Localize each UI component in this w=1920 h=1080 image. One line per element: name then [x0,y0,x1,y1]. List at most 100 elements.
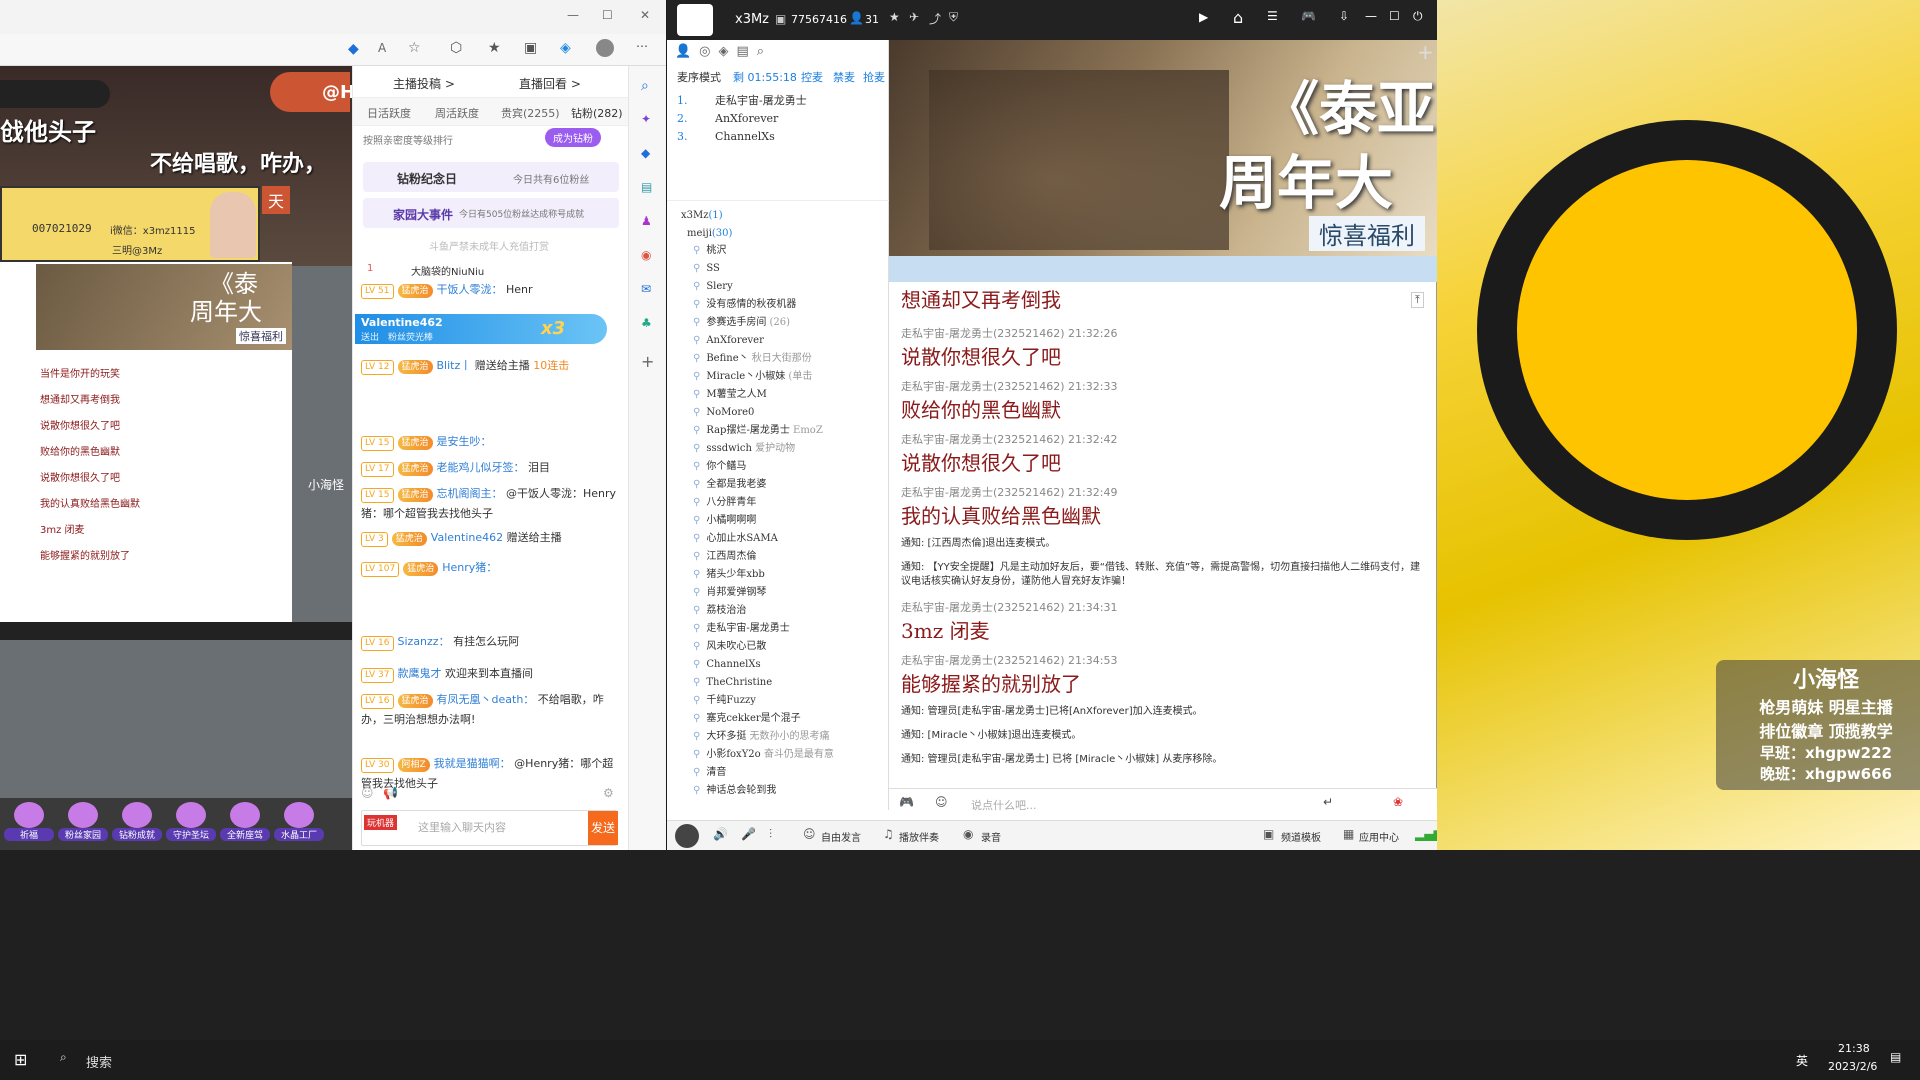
member-item[interactable]: ⚲ 风未吹心已散 [693,638,883,656]
send-icon[interactable]: ↵ [1323,795,1333,809]
favorite-add-icon[interactable]: ☆ [408,40,421,56]
app-center[interactable]: 应用中心 [1359,829,1399,844]
user-avatar[interactable] [675,824,699,848]
chat-username[interactable]: 老能鸡儿似牙签： [437,461,525,474]
member-item[interactable]: ⚲ 大环多挺 无数孙小的思考痛 [693,728,883,746]
ban-mic[interactable]: 禁麦 [833,69,855,85]
tab-weekly[interactable]: 周活跃度 [435,105,479,121]
member-item[interactable]: ⚲ 你个鳝马 [693,458,883,476]
mic-queue-item[interactable]: 2. AnXforever [677,110,887,128]
member-item[interactable]: ⚲ 荔枝治治 [693,602,883,620]
record[interactable]: 录音 [981,829,1001,844]
favorites-icon[interactable]: ★ [488,40,501,56]
gift-bar-item[interactable]: 水晶工厂 [274,802,324,846]
gamepad-icon[interactable]: 🎮 [1301,9,1316,23]
maximize-button[interactable]: ☐ [1389,9,1400,23]
minimize-button[interactable]: — [1365,9,1377,23]
start-icon[interactable]: ⊞ [14,1050,27,1069]
read-aloud-icon[interactable]: A [378,41,386,55]
sub-channel[interactable]: meiji(30) [687,228,732,239]
megaphone-icon[interactable]: 📢 [383,786,398,800]
tab-replay[interactable]: 直播回看 > [519,75,581,92]
member-item[interactable]: ⚲ ChannelXs [693,656,883,674]
control-mic[interactable]: 控麦 [801,69,823,85]
gift-bar-item[interactable]: 钻粉成就 [112,802,162,846]
chat-username[interactable]: 我就是猫猫啊： [434,757,511,770]
gamepad-icon[interactable]: 🎮 [899,795,914,809]
member-item[interactable]: ⚲ Slery [693,278,883,296]
member-item[interactable]: ⚲ 走私宇宙-屠龙勇士 [693,620,883,638]
outlook-icon[interactable]: ✉ [641,282,651,296]
member-item[interactable]: ⚲ 全都是我老婆 [693,476,883,494]
office-icon[interactable]: ◉ [641,248,651,262]
member-item[interactable]: ⚲ NoMore0 [693,404,883,422]
chat-username[interactable]: 走私宇宙-屠龙勇士(232521462) [901,327,1065,340]
scroll-top-button[interactable]: ⤒ [1411,292,1424,308]
settings-icon[interactable]: ⚙ [603,786,614,800]
chat-username[interactable]: 走私宇宙-屠龙勇士(232521462) [901,601,1065,614]
gift-icon[interactable]: ❀ [1393,795,1403,809]
chat-username[interactable]: Sizanzz： [398,635,450,648]
chat-message[interactable]: LV 107 猛虎治 Henry猪： [361,558,623,578]
taskbar-search[interactable]: 搜索 [86,1052,112,1071]
chat-username[interactable]: Blitz丨 [437,359,472,372]
member-item[interactable]: ⚲ 参赛选手房间 (26) [693,314,883,332]
search-icon[interactable]: ⌕ [60,1050,67,1065]
emoji-icon[interactable]: ☺ [361,786,374,800]
chat-message[interactable]: LV 51 猛虎治 干饭人零泷： Henr [361,280,623,300]
mic-icon[interactable]: 🎤 [741,827,756,841]
chat-username[interactable]: 有凤无凰丶death： [437,693,535,706]
send-button[interactable]: 发送 [588,811,618,845]
free-speak[interactable]: 自由发言 [821,829,861,844]
minimize-button[interactable]: — [567,8,579,22]
people-icon[interactable]: ♟ [641,214,652,228]
copilot-icon[interactable]: ✦ [641,112,651,126]
chat-message[interactable]: LV 12 猛虎治 Blitz丨 赠送给主播 10连击 [361,356,623,376]
chat-username[interactable]: 款鹰鬼才 [398,667,442,680]
profile-avatar[interactable] [596,39,614,57]
member-item[interactable]: ⚲ SS [693,260,883,278]
add-icon[interactable]: + [1417,40,1434,64]
tab-vip[interactable]: 贵宾(2255) [501,105,560,121]
stream-video[interactable]: 戗他头子 不给唱歌，咋办， @H 007021029 i微信：x3mz1115 … [0,66,352,850]
shield-icon[interactable]: ⛨ [949,10,958,25]
tree-icon[interactable]: ♣ [641,316,652,330]
close-button[interactable]: ✕ [640,8,650,22]
member-item[interactable]: ⚲ 千纯Fuzzy [693,692,883,710]
channel-template[interactable]: 频道模板 [1281,829,1321,844]
member-item[interactable]: ⚲ 江西周杰倫 [693,548,883,566]
chat-username[interactable]: Valentine462 [431,531,503,544]
mixer-icon[interactable]: ⫶ [769,827,772,842]
mic-queue-item[interactable]: 1. 走私宇宙-屠龙勇士 [677,92,887,110]
tree-root[interactable]: x3Mz(1) [681,210,723,221]
member-item[interactable]: ⚲ 小橘啊啊啊 [693,512,883,530]
message-input[interactable]: 说点什么吧... [971,797,1037,813]
share-icon[interactable]: ⤴ [929,10,941,27]
chat-username[interactable]: 是安生吵： [437,435,492,448]
become-fan-button[interactable]: 成为钻粉 [545,128,601,147]
chat-input[interactable]: 玩机器 这里输入聊天内容 发送 [361,810,618,846]
download-icon[interactable]: ⇩ [1339,9,1349,23]
member-item[interactable]: ⚲ 塞克cekker是个混子 [693,710,883,728]
chat-username[interactable]: 走私宇宙-屠龙勇士(232521462) [901,380,1065,393]
member-item[interactable]: ⚲ 八分胖青年 [693,494,883,512]
screen-icon[interactable]: ▶ [1199,10,1208,24]
chat-username[interactable]: Henry猪： [442,561,497,574]
chat-message[interactable]: LV 17 猛虎治 老能鸡儿似牙签： 泪目 [361,458,623,478]
member-item[interactable]: ⚲ 心加止水SAMA [693,530,883,548]
tab-streamer-posts[interactable]: 主播投稿 > [393,75,455,92]
maximize-button[interactable]: ☐ [602,8,613,22]
search-icon[interactable]: ⌕ [641,78,649,94]
shopping-icon[interactable]: ◆ [641,146,650,160]
chat-message[interactable]: LV 15 猛虎治 是安生吵： [361,432,623,452]
tab-daily[interactable]: 日活跃度 [367,105,411,121]
chat-username[interactable]: 干饭人零泷： [437,283,503,296]
share-icon[interactable]: ◈ [560,40,571,56]
tab-diamond-fans[interactable]: 钻粉(282) [571,105,623,121]
gift-bar-item[interactable]: 祈福 [4,802,54,846]
home-icon[interactable]: ⌂ [1233,8,1243,27]
notification-icon[interactable]: ▤ [1890,1050,1901,1064]
power-icon[interactable]: ⏻ [1413,9,1423,24]
more-menu-icon[interactable]: ⋯ [636,39,648,53]
chat-message[interactable]: 走私宇宙-屠龙勇士(232521462) 21:32:26 说散你想很久了吧 [901,325,1429,370]
